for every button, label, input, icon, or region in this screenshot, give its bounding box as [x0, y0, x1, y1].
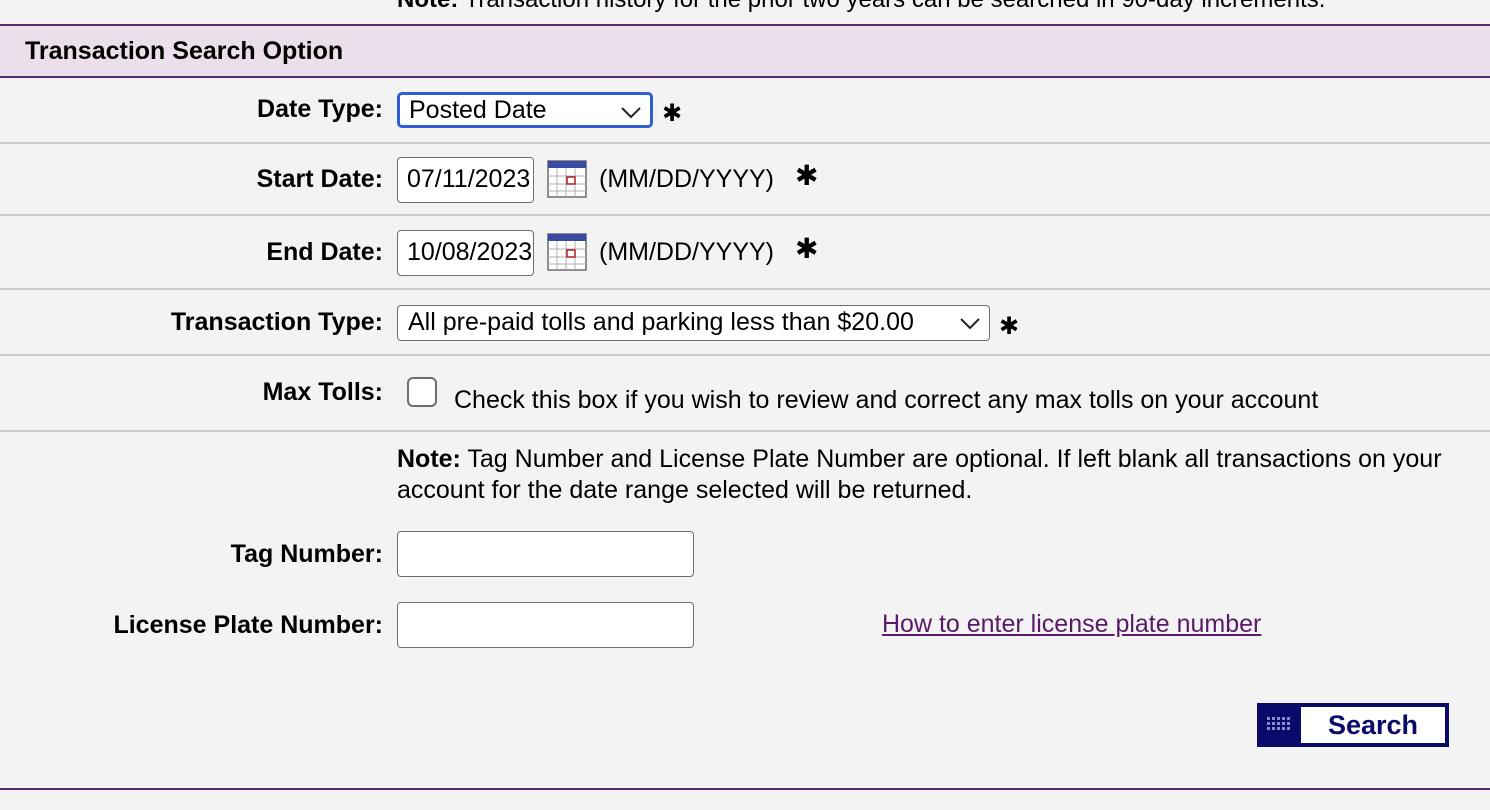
date-type-select[interactable]: Posted Date [397, 92, 653, 128]
optional-fields-note: Note: Tag Number and License Plate Numbe… [397, 444, 1467, 506]
end-date-format: (MM/DD/YYYY) [599, 238, 774, 266]
transaction-type-row: Transaction Type: All pre-paid tolls and… [0, 290, 1490, 356]
start-date-row: Start Date: 07/11/2023 (MM/DD/YYYY) ✱ [0, 144, 1490, 216]
note-bold: Note: [397, 445, 461, 473]
search-button-label: Search [1301, 707, 1445, 743]
tag-number-label: Tag Number: [230, 540, 383, 568]
date-type-value: Posted Date [409, 96, 547, 124]
chevron-down-icon [960, 318, 980, 330]
end-date-row: End Date: 10/08/2023 (MM/DD/YYYY) ✱ [0, 216, 1490, 290]
section-header: Transaction Search Option [0, 24, 1490, 78]
license-plate-input[interactable] [397, 602, 694, 648]
tag-number-input[interactable] [397, 531, 694, 577]
required-asterisk: ✱ [795, 160, 819, 191]
bottom-divider [0, 788, 1490, 790]
start-date-input[interactable]: 07/11/2023 [397, 157, 534, 203]
grid-icon [1267, 717, 1290, 730]
calendar-icon[interactable] [547, 160, 587, 198]
note-text: Tag Number and License Plate Number are … [397, 445, 1442, 504]
max-tolls-text: Check this box if you wish to review and… [454, 386, 1319, 414]
required-asterisk: ✱ [999, 313, 1020, 340]
date-type-label: Date Type: [257, 95, 383, 123]
end-date-input[interactable]: 10/08/2023 [397, 230, 534, 276]
start-date-format: (MM/DD/YYYY) [599, 165, 774, 193]
calendar-icon[interactable] [547, 233, 587, 271]
transaction-type-select[interactable]: All pre-paid tolls and parking less than… [397, 305, 990, 341]
required-asterisk: ✱ [662, 100, 683, 127]
start-date-label: Start Date: [256, 165, 383, 193]
max-tolls-checkbox[interactable] [407, 377, 437, 407]
top-note-text: Transaction history for the prior two ye… [458, 0, 1326, 13]
transaction-type-label: Transaction Type: [170, 308, 383, 336]
date-type-row: Date Type: Posted Date ✱ [0, 78, 1490, 144]
license-plate-label: License Plate Number: [113, 611, 383, 639]
top-note: Note: Transaction history for the prior … [0, 0, 1490, 24]
end-date-label: End Date: [266, 238, 383, 266]
chevron-down-icon [621, 107, 641, 119]
transaction-type-value: All pre-paid tolls and parking less than… [408, 308, 914, 336]
required-asterisk: ✱ [795, 233, 819, 264]
section-title: Transaction Search Option [25, 37, 344, 65]
license-plate-help-link[interactable]: How to enter license plate number [882, 610, 1261, 639]
max-tolls-row: Max Tolls: Check this box if you wish to… [0, 356, 1490, 432]
search-button[interactable]: Search [1257, 703, 1449, 747]
max-tolls-label: Max Tolls: [262, 378, 383, 406]
top-note-bold: Note: [397, 0, 458, 13]
